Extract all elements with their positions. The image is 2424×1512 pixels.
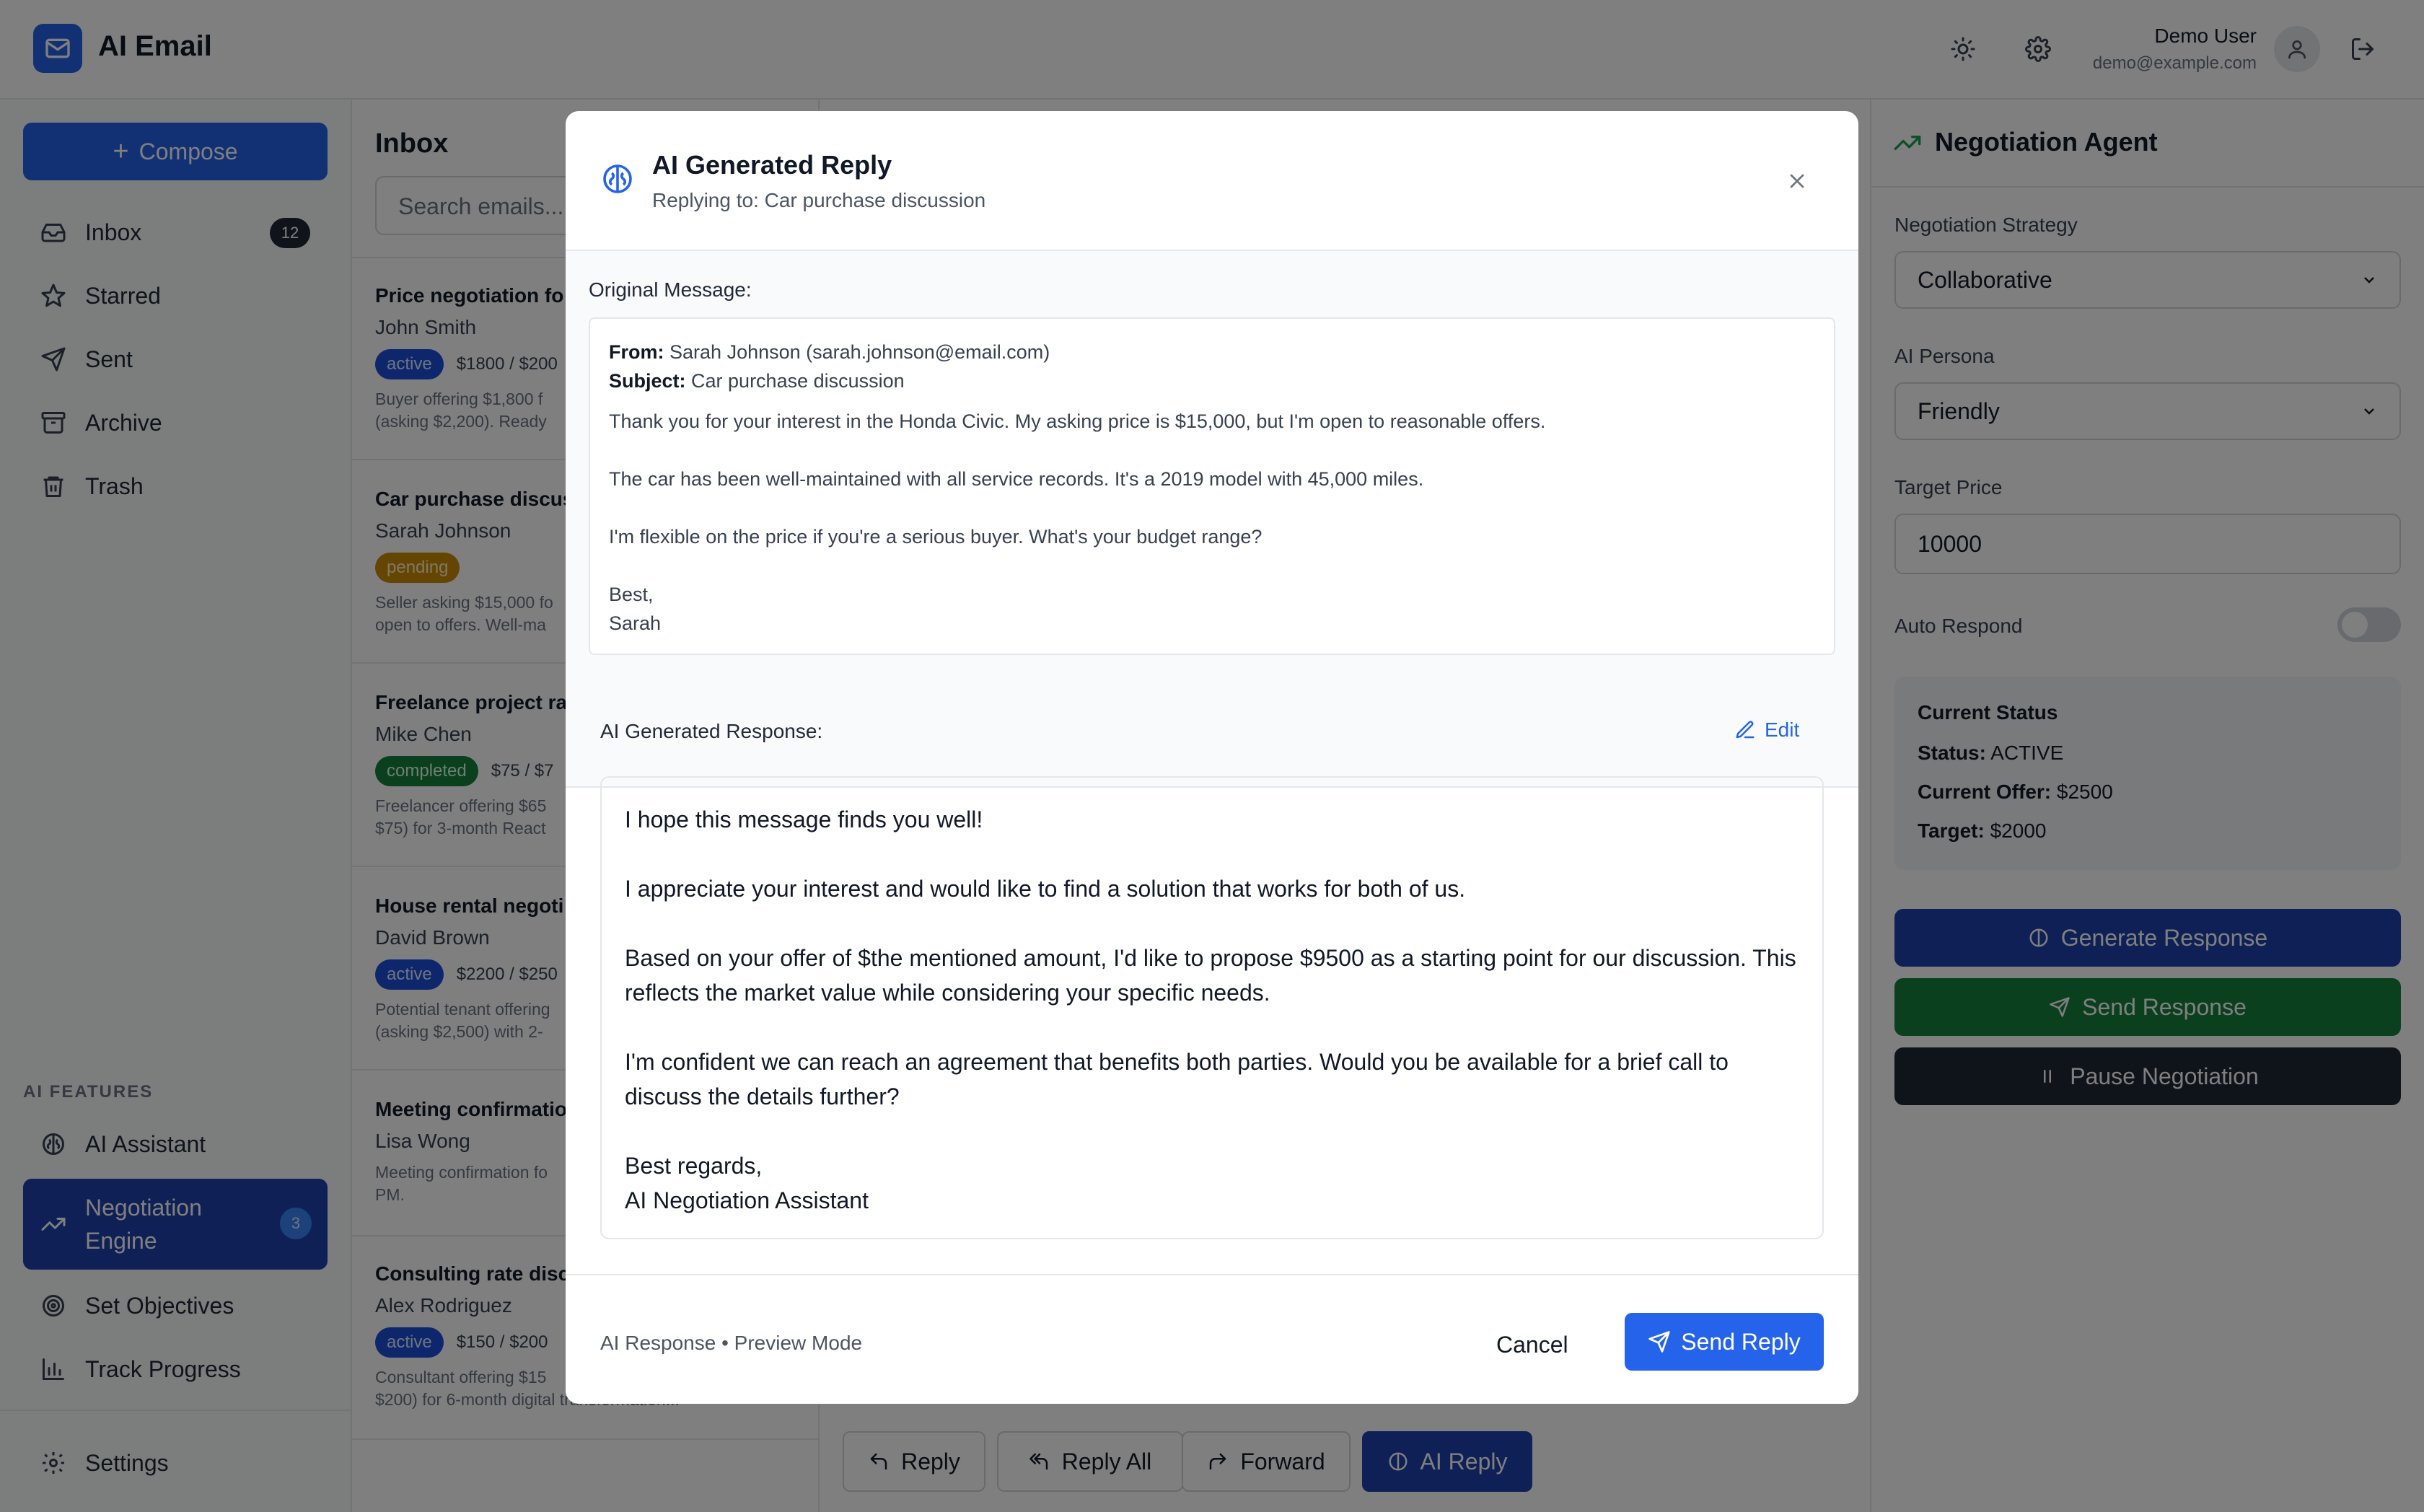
preview-mode-note: AI Response • Preview Mode (600, 1332, 863, 1354)
original-message-section: Original Message: From: Sarah Johnson (s… (566, 251, 1858, 788)
original-line: Thank you for your interest in the Honda… (609, 410, 1546, 432)
original-line: I'm flexible on the price if you're a se… (609, 526, 1262, 548)
edit-button[interactable]: Edit (1734, 718, 1799, 742)
from-value: Sarah Johnson (sarah.johnson@email.com) (669, 341, 1050, 363)
ai-reply-modal: AI Generated Reply Replying to: Car purc… (566, 111, 1858, 1404)
ai-response-textarea[interactable]: I hope this message finds you well! I ap… (600, 776, 1824, 1239)
original-label: Original Message: (589, 278, 752, 301)
brain-icon (600, 162, 635, 196)
send-reply-button[interactable]: Send Reply (1625, 1313, 1824, 1371)
response-label: AI Generated Response: (600, 720, 823, 742)
subject-key: Subject: (609, 370, 686, 392)
pencil-icon (1734, 719, 1756, 741)
original-line: Best, (609, 584, 654, 605)
edit-label: Edit (1765, 718, 1800, 741)
modal-header: AI Generated Reply Replying to: Car purc… (566, 111, 1858, 251)
modal-footer: AI Response • Preview Mode Cancel Send R… (566, 1274, 1858, 1404)
modal-title: AI Generated Reply (652, 150, 892, 180)
original-line: The car has been well-maintained with al… (609, 468, 1424, 490)
from-key: From: (609, 341, 664, 363)
close-icon[interactable] (1782, 166, 1812, 196)
original-message-box: From: Sarah Johnson (sarah.johnson@email… (589, 317, 1835, 655)
send-reply-label: Send Reply (1681, 1328, 1801, 1355)
modal-subtitle: Replying to: Car purchase discussion (652, 189, 986, 211)
original-line: Sarah (609, 612, 662, 634)
send-icon (1648, 1330, 1671, 1353)
cancel-button[interactable]: Cancel (1496, 1332, 1568, 1358)
subject-value: Car purchase discussion (691, 370, 905, 392)
